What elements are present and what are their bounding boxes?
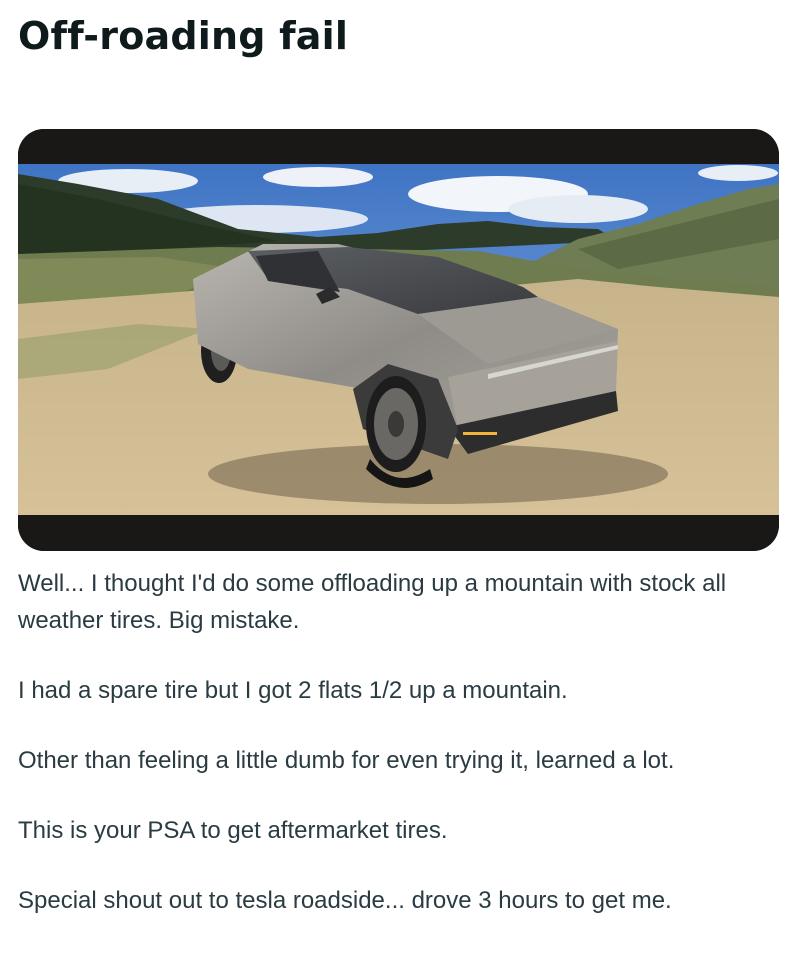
post-body: Well... I thought I'd do some offloading… bbox=[18, 565, 788, 952]
post-paragraph: This is your PSA to get aftermarket tire… bbox=[18, 817, 448, 844]
post-paragraph: Other than feeling a little dumb for eve… bbox=[18, 747, 675, 774]
post-paragraph: Special shout out to tesla roadside... d… bbox=[18, 887, 672, 914]
media-letterbox-top bbox=[18, 129, 779, 164]
post-paragraph: Well... I thought I'd do some offloading… bbox=[18, 570, 727, 634]
media-letterbox-bottom bbox=[18, 515, 779, 551]
post-title: Off-roading fail bbox=[18, 14, 349, 58]
post-image[interactable] bbox=[18, 129, 779, 551]
post-media[interactable] bbox=[18, 129, 779, 551]
post-paragraph: I had a spare tire but I got 2 flats 1/2… bbox=[18, 677, 568, 704]
